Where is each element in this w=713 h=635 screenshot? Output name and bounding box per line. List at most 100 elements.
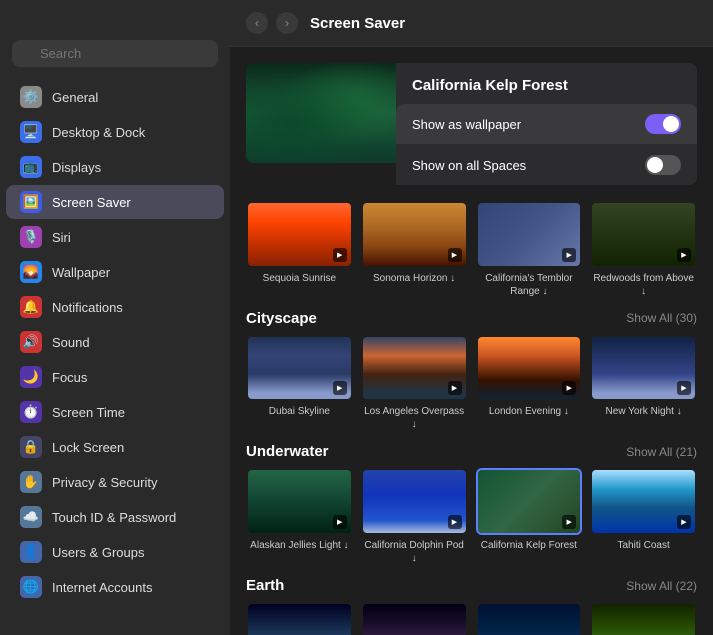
show-as-wallpaper-toggle[interactable] — [645, 114, 681, 134]
preview-image-inner — [246, 63, 396, 163]
sidebar-item-privacy-security[interactable]: ✋Privacy & Security — [6, 465, 224, 499]
play-icon-dubai: ▶ — [333, 381, 347, 395]
play-icon-dolphin: ▶ — [448, 515, 462, 529]
play-icon-sequoia: ▶ — [333, 248, 347, 262]
sidebar-item-screen-saver[interactable]: 🖼️Screen Saver — [6, 185, 224, 219]
sidebar-item-label-desktop-dock: Desktop & Dock — [52, 125, 145, 140]
sidebar-item-label-screen-time: Screen Time — [52, 405, 125, 420]
content-area: California Kelp Forest Show as wallpaper… — [230, 47, 713, 635]
section-header-cityscape: CityscapeShow All (30) — [246, 310, 697, 327]
show-all-cityscape[interactable]: Show All (30) — [626, 311, 697, 325]
play-icon-redwoods: ▶ — [677, 248, 691, 262]
touch-id-icon: ☁️ — [20, 506, 42, 528]
play-icon-tahiti: ▶ — [677, 515, 691, 529]
lock-screen-icon: 🔒 — [20, 436, 42, 458]
ss-thumb-inner-earth1 — [248, 604, 351, 635]
ss-label-tahiti: Tahiti Coast — [590, 539, 697, 552]
ss-item-earth2[interactable]: ▶ — [361, 602, 468, 635]
sidebar-item-sound[interactable]: 🔊Sound — [6, 325, 224, 359]
show-on-all-spaces-row: Show on all Spaces — [396, 145, 697, 185]
section-title-earth: Earth — [246, 577, 284, 594]
ss-thumb-sequoia: ▶ — [246, 201, 353, 268]
grid-underwater: ▶Alaskan Jellies Light ↓▶California Dolp… — [246, 468, 697, 565]
ss-label-sonoma: Sonoma Horizon ↓ — [361, 272, 468, 285]
sidebar-item-touch-id[interactable]: ☁️Touch ID & Password — [6, 500, 224, 534]
ss-item-sequoia[interactable]: ▶Sequoia Sunrise — [246, 201, 353, 298]
sidebar-item-label-notifications: Notifications — [52, 300, 123, 315]
sidebar-item-label-users-groups: Users & Groups — [52, 545, 144, 560]
ss-item-earth4[interactable]: ▶ — [590, 602, 697, 635]
focus-icon: 🌙 — [20, 366, 42, 388]
ss-label-redwoods: Redwoods from Above ↓ — [590, 272, 697, 298]
displays-icon: 📺 — [20, 156, 42, 178]
ss-thumb-newyork: ▶ — [590, 335, 697, 402]
preview-info: California Kelp Forest Show as wallpaper… — [396, 63, 697, 185]
page-title: Screen Saver — [310, 15, 405, 32]
play-icon-alaskan: ▶ — [333, 515, 347, 529]
toolbar: ‹ › Screen Saver — [230, 0, 713, 47]
show-on-all-spaces-toggle[interactable] — [645, 155, 681, 175]
ss-label-kelp: California Kelp Forest — [476, 539, 583, 552]
show-all-earth[interactable]: Show All (22) — [626, 579, 697, 593]
sidebar: ⌕ ⚙️General🖥️Desktop & Dock📺Displays🖼️Sc… — [0, 0, 230, 635]
forward-button[interactable]: › — [276, 12, 298, 34]
main-panel: ‹ › Screen Saver California Kelp Forest … — [230, 0, 713, 635]
ss-thumb-sonoma: ▶ — [361, 201, 468, 268]
back-button[interactable]: ‹ — [246, 12, 268, 34]
sidebar-item-siri[interactable]: 🎙️Siri — [6, 220, 224, 254]
ss-label-la: Los Angeles Overpass ↓ — [361, 405, 468, 431]
ss-thumb-earth3: ▶ — [476, 602, 583, 635]
search-input[interactable] — [12, 40, 218, 67]
sidebar-item-users-groups[interactable]: 👤 Users & Groups — [6, 535, 224, 569]
search-wrapper: ⌕ — [12, 40, 218, 67]
ss-item-earth1[interactable]: ▶ — [246, 602, 353, 635]
sidebar-item-notifications[interactable]: 🔔Notifications — [6, 290, 224, 324]
ss-label-london: London Evening ↓ — [476, 405, 583, 418]
show-as-wallpaper-row: Show as wallpaper — [396, 104, 697, 144]
play-icon-london: ▶ — [562, 381, 576, 395]
screen-saver-icon: 🖼️ — [20, 191, 42, 213]
ss-thumb-california-temblor: ▶ — [476, 201, 583, 268]
users-groups-icon: 👤 — [20, 541, 42, 563]
ss-thumb-inner-earth4 — [592, 604, 695, 635]
toggle-knob — [663, 116, 679, 132]
play-icon-sonoma: ▶ — [448, 248, 462, 262]
ss-item-kelp[interactable]: ▶ California Kelp Forest — [476, 468, 583, 565]
sidebar-item-label-privacy-security: Privacy & Security — [52, 475, 157, 490]
section-header-underwater: UnderwaterShow All (21) — [246, 443, 697, 460]
ss-item-london[interactable]: ▶ London Evening ↓ — [476, 335, 583, 432]
sidebar-item-internet-accounts[interactable]: 🌐Internet Accounts — [6, 570, 224, 604]
screen-time-icon: ⏱️ — [20, 401, 42, 423]
ss-item-sonoma[interactable]: ▶ Sonoma Horizon ↓ — [361, 201, 468, 298]
play-icon-newyork: ▶ — [677, 381, 691, 395]
play-icon-california-temblor: ▶ — [562, 248, 576, 262]
sidebar-item-lock-screen[interactable]: 🔒 Lock Screen — [6, 430, 224, 464]
sidebar-item-label-lock-screen: Lock Screen — [52, 440, 124, 455]
grid-cityscape: ▶Dubai Skyline▶Los Angeles Overpass ↓▶Lo… — [246, 335, 697, 432]
ss-label-california-temblor: California's Temblor Range ↓ — [476, 272, 583, 298]
ss-thumb-alaskan: ▶ — [246, 468, 353, 535]
ss-item-alaskan[interactable]: ▶Alaskan Jellies Light ↓ — [246, 468, 353, 565]
ss-thumb-earth2: ▶ — [361, 602, 468, 635]
show-all-underwater[interactable]: Show All (21) — [626, 445, 697, 459]
ss-thumb-london: ▶ — [476, 335, 583, 402]
sidebar-item-label-displays: Displays — [52, 160, 101, 175]
sidebar-item-wallpaper[interactable]: 🌄Wallpaper — [6, 255, 224, 289]
ss-item-dolphin[interactable]: ▶California Dolphin Pod ↓ — [361, 468, 468, 565]
ss-item-newyork[interactable]: ▶New York Night ↓ — [590, 335, 697, 432]
ss-item-redwoods[interactable]: ▶ Redwoods from Above ↓ — [590, 201, 697, 298]
section-cityscape: CityscapeShow All (30)▶Dubai Skyline▶Los… — [246, 310, 697, 432]
sidebar-item-focus[interactable]: 🌙Focus — [6, 360, 224, 394]
play-icon-kelp: ▶ — [562, 515, 576, 529]
ss-item-dubai[interactable]: ▶ Dubai Skyline — [246, 335, 353, 432]
sidebar-item-desktop-dock[interactable]: 🖥️Desktop & Dock — [6, 115, 224, 149]
ss-label-dubai: Dubai Skyline — [246, 405, 353, 418]
ss-item-la[interactable]: ▶Los Angeles Overpass ↓ — [361, 335, 468, 432]
ss-item-earth3[interactable]: ▶ — [476, 602, 583, 635]
sidebar-item-general[interactable]: ⚙️General — [6, 80, 224, 114]
ss-thumb-inner-earth3 — [478, 604, 581, 635]
sidebar-item-screen-time[interactable]: ⏱️ Screen Time — [6, 395, 224, 429]
ss-item-california-temblor[interactable]: ▶ California's Temblor Range ↓ — [476, 201, 583, 298]
sidebar-item-displays[interactable]: 📺 Displays — [6, 150, 224, 184]
ss-item-tahiti[interactable]: ▶ Tahiti Coast — [590, 468, 697, 565]
